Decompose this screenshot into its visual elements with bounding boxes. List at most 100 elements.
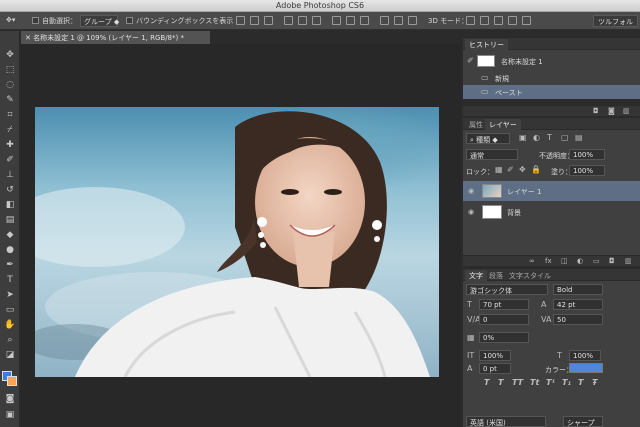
path-select-icon[interactable]: ➤ — [4, 289, 16, 301]
align-middle-icon[interactable] — [250, 16, 259, 25]
align-top-icon[interactable] — [236, 16, 245, 25]
lock-transparent-icon[interactable]: ▦ — [495, 165, 503, 174]
history-item[interactable]: ▭ 新規 — [463, 71, 640, 85]
layer-row[interactable]: ◉ レイヤー 1 — [463, 181, 640, 201]
bounding-box-checkbox[interactable] — [126, 17, 133, 24]
superscript-icon[interactable]: T¹ — [546, 378, 555, 387]
tab-paragraph[interactable]: 段落 — [485, 270, 507, 281]
align-center-icon[interactable] — [298, 16, 307, 25]
marquee-icon[interactable]: ⬚ — [4, 64, 16, 76]
lock-image-icon[interactable]: ✐ — [507, 165, 514, 174]
workspace-switcher[interactable]: ツルフォル — [593, 15, 638, 27]
blend-mode-dropdown[interactable]: 通常 — [466, 149, 518, 160]
filter-type-icon[interactable]: T — [547, 133, 552, 142]
filter-shape-icon[interactable]: ▢ — [561, 133, 569, 142]
background-color-swatch[interactable] — [7, 376, 17, 386]
canvas-photo[interactable] — [35, 107, 439, 377]
default-colors-icon[interactable]: ◪ — [4, 349, 16, 361]
screen-mode-icon[interactable]: ▣ — [4, 409, 16, 421]
tab-properties[interactable]: 属性 — [465, 119, 487, 130]
filter-adjust-icon[interactable]: ◐ — [533, 133, 540, 142]
3d-rotate-icon[interactable] — [466, 16, 475, 25]
tab-character-styles[interactable]: 文字スタイル — [505, 270, 555, 281]
distribute-middle-icon[interactable] — [346, 16, 355, 25]
move-icon[interactable]: ✥ — [4, 49, 16, 61]
hand-icon[interactable]: ✋ — [4, 319, 16, 331]
faux-bold-icon[interactable]: T — [484, 378, 489, 387]
vertical-scale-field[interactable]: 100% — [479, 350, 511, 361]
distribute-center-icon[interactable] — [394, 16, 403, 25]
layer-row[interactable]: ◉ 背景 — [463, 202, 640, 222]
link-icon[interactable]: ∞ — [529, 257, 535, 265]
new-layer-icon[interactable]: ◘ — [609, 257, 615, 265]
underline-icon[interactable]: T — [578, 378, 583, 387]
new-snapshot-icon[interactable]: ◘ — [593, 107, 599, 115]
zoom-icon[interactable]: ⌕ — [4, 334, 16, 346]
distribute-right-icon[interactable] — [408, 16, 417, 25]
distribute-bottom-icon[interactable] — [360, 16, 369, 25]
auto-select-checkbox[interactable] — [32, 17, 39, 24]
fill-field[interactable]: 100% — [569, 165, 605, 176]
tab-history[interactable]: ヒストリー — [465, 39, 508, 50]
trash-icon[interactable]: ▥ — [623, 107, 630, 115]
type-icon[interactable]: T — [4, 274, 16, 286]
pen-icon[interactable]: ✒ — [4, 259, 16, 271]
opacity-field[interactable]: 100% — [569, 149, 605, 160]
adjustment-icon[interactable]: ◐ — [577, 257, 583, 265]
lasso-icon[interactable]: ◌ — [4, 79, 16, 91]
distribute-left-icon[interactable] — [380, 16, 389, 25]
3d-pan-icon[interactable] — [494, 16, 503, 25]
tsume-field[interactable]: 0% — [479, 332, 529, 343]
eyedropper-icon[interactable]: ⌿ — [4, 124, 16, 136]
dodge-icon[interactable]: ● — [4, 244, 16, 256]
crop-icon[interactable]: ⌗ — [4, 109, 16, 121]
strikethrough-icon[interactable]: Ŧ — [592, 378, 597, 387]
quick-select-icon[interactable]: ✎ — [4, 94, 16, 106]
align-right-icon[interactable] — [312, 16, 321, 25]
horizontal-scale-field[interactable]: 100% — [569, 350, 601, 361]
antialias-dropdown[interactable]: シャープ — [563, 416, 603, 427]
align-left-icon[interactable] — [284, 16, 293, 25]
camera-icon[interactable]: ◙ — [608, 107, 615, 115]
gradient-icon[interactable]: ▤ — [4, 214, 16, 226]
lock-all-icon[interactable]: 🔒 — [531, 165, 541, 174]
all-caps-icon[interactable]: TT — [512, 378, 523, 387]
auto-select-dropdown[interactable]: グループ ◆ — [80, 15, 119, 27]
font-family-dropdown[interactable]: 游ゴシック体 — [466, 284, 548, 295]
subscript-icon[interactable]: T₁ — [562, 378, 571, 387]
tracking-field[interactable]: 50 — [553, 314, 603, 325]
kerning-field[interactable]: 0 — [479, 314, 529, 325]
baseline-shift-field[interactable]: 0 pt — [479, 363, 511, 374]
font-style-dropdown[interactable]: Bold — [553, 284, 603, 295]
history-brush-icon[interactable]: ↺ — [4, 184, 16, 196]
mask-icon[interactable]: ◫ — [561, 257, 568, 265]
healing-icon[interactable]: ✚ — [4, 139, 16, 151]
faux-italic-icon[interactable]: T — [498, 378, 503, 387]
language-dropdown[interactable]: 英語 (米国) — [466, 416, 546, 427]
history-item[interactable]: ▭ ペースト — [463, 85, 640, 99]
trash-icon[interactable]: ▥ — [625, 257, 632, 265]
tab-layers[interactable]: レイヤー — [485, 119, 521, 130]
small-caps-icon[interactable]: Tt — [530, 378, 539, 387]
3d-roll-icon[interactable] — [480, 16, 489, 25]
filter-pixel-icon[interactable]: ▣ — [519, 133, 527, 142]
brush-icon[interactable]: ✐ — [4, 154, 16, 166]
folder-icon[interactable]: ▭ — [593, 257, 600, 265]
font-size-field[interactable]: 70 pt — [479, 299, 529, 310]
stamp-icon[interactable]: ⊥ — [4, 169, 16, 181]
eye-icon[interactable]: ◉ — [468, 187, 474, 195]
shape-icon[interactable]: ▭ — [4, 304, 16, 316]
fx-icon[interactable]: fx — [545, 257, 552, 265]
leading-field[interactable]: 42 pt — [553, 299, 603, 310]
layer-filter-dropdown[interactable]: ⌕ 種類 ◆ — [466, 133, 510, 144]
3d-scale-icon[interactable] — [522, 16, 531, 25]
eye-icon[interactable]: ◉ — [468, 208, 474, 216]
history-snapshot[interactable]: ✐ 名称未設定 1 — [463, 52, 640, 70]
3d-slide-icon[interactable] — [508, 16, 517, 25]
close-icon[interactable]: ✕ — [25, 34, 33, 42]
filter-smart-icon[interactable]: ▤ — [575, 133, 583, 142]
tab-character[interactable]: 文字 — [465, 270, 487, 281]
lock-position-icon[interactable]: ✥ — [519, 165, 526, 174]
align-bottom-icon[interactable] — [264, 16, 273, 25]
quick-mask-icon[interactable]: ◙ — [4, 393, 16, 405]
